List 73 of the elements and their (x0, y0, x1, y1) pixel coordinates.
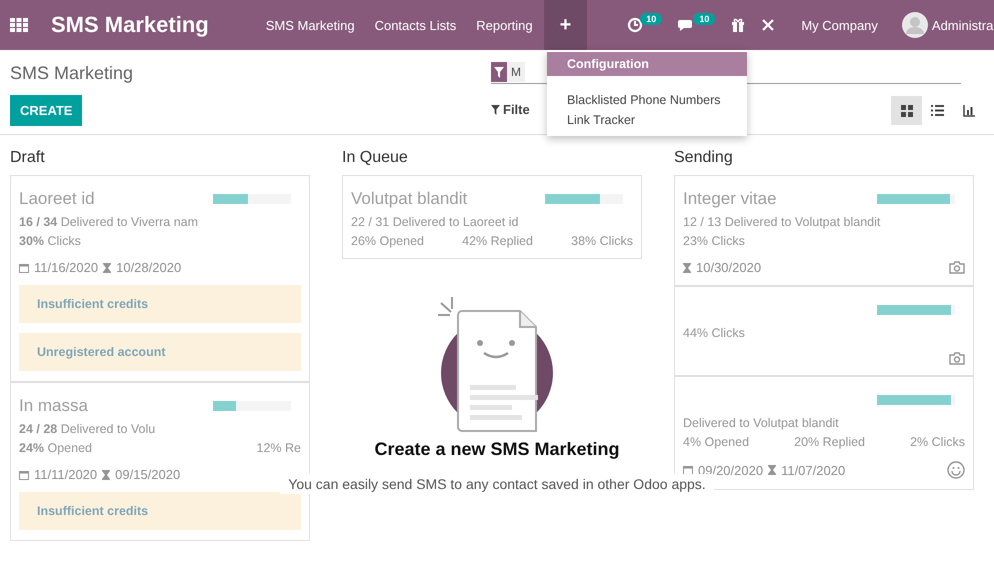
column-title: Draft (10, 149, 46, 168)
stat-text: 12% Re (256, 441, 301, 455)
warning-alert: Unregistered account (19, 333, 301, 371)
list-icon (931, 105, 944, 116)
clock-icon[interactable] (627, 17, 644, 33)
count-badge: 10 (693, 13, 716, 25)
card-title: Volutpat blandit (351, 189, 468, 209)
search-field[interactable]: M (491, 61, 525, 84)
warning-alert: Insufficient credits (19, 492, 301, 530)
menu-item[interactable]: SMS Marketing (256, 0, 365, 50)
camera-icon (949, 261, 965, 274)
hourglass-icon (683, 262, 691, 272)
helper-text: You can easily send SMS to any contact saved in other Odoo apps. (280, 474, 714, 494)
warning-alert: Insufficient credits (19, 285, 301, 323)
gift-icon[interactable] (731, 18, 746, 32)
stat-text: Delivered to Volutpat blandit (683, 416, 839, 430)
stat-text: 20% Replied (794, 435, 866, 449)
stat-text: 23% Clicks (683, 234, 745, 248)
grid-icon (900, 104, 912, 116)
count-badge: 10 (640, 13, 662, 25)
campaign-card[interactable]: 44% Clicks (674, 286, 974, 376)
start-date: 11/11/2020 (34, 467, 98, 482)
filter-icon (491, 104, 500, 114)
stat-text: 4% Opened (683, 435, 750, 449)
hourglass-icon (768, 465, 776, 475)
hourglass-icon (103, 262, 112, 272)
column-title: Sending (674, 149, 734, 168)
user-name[interactable]: Administra (932, 18, 994, 32)
stat-text: 22 / 31 Delivered to Laoreet id (351, 215, 518, 229)
stat-text: 30% Clicks (19, 234, 81, 248)
card-title: In massa (19, 396, 88, 416)
calendar-icon (19, 470, 29, 480)
end-date: 11/07/2020 (781, 462, 846, 478)
hourglass-icon (102, 470, 110, 480)
stat-text: 12 / 13 Delivered to Volutpat blandit (683, 215, 880, 229)
stat-text: 24 / 28 Delivered to Volu (19, 422, 156, 436)
card-title: Laoreet id (19, 189, 95, 209)
end-date: 10/30/2020 (696, 260, 762, 275)
menu-item[interactable]: Reporting (466, 0, 543, 50)
create-button[interactable]: CREATE (10, 95, 82, 126)
card-title: Integer vitae (683, 189, 777, 209)
campaign-card[interactable]: Laoreet id 16 / 34 Delivered to Viverra nam 30% Clicks 11/16/2020 10/28/2020 Insufficient credits Unregistered account (10, 175, 310, 382)
stat-text: 16 / 34 Delivered to Viverra nam (19, 215, 198, 229)
stat-text: 2% Clicks (910, 435, 965, 449)
calendar-icon (19, 262, 29, 272)
stat-text: 42% Replied (462, 234, 534, 248)
avatar-icon[interactable] (902, 12, 928, 38)
menu-item[interactable]: + (544, 0, 588, 50)
kanban-view-button[interactable] (891, 96, 922, 125)
end-date: 10/28/2020 (116, 260, 182, 275)
filter-facet-icon (491, 62, 507, 82)
apps-grid-icon[interactable] (10, 18, 28, 32)
bar-chart-icon (962, 104, 974, 116)
smiley-icon (947, 461, 965, 479)
menu-item[interactable]: Contacts Lists (364, 0, 466, 50)
start-date: 11/16/2020 (34, 260, 98, 275)
stat-text: 26% Opened (351, 234, 424, 248)
dropdown-item[interactable]: Link Tracker (547, 110, 747, 130)
campaign-card[interactable]: Volutpat blandit 22 / 31 Delivered to Laoreet id 26% Opened 42% Replied 38% Clicks (342, 175, 642, 259)
camera-icon (949, 352, 965, 365)
campaign-card[interactable]: Integer vitae 12 / 13 Delivered to Volutpat blandit 23% Clicks 10/30/2020 (674, 175, 974, 286)
app-title: SMS Marketing (51, 12, 209, 38)
stat-text: 38% Clicks (571, 234, 633, 248)
filters-button[interactable]: Filte (491, 102, 530, 117)
end-date: 09/15/2020 (115, 467, 180, 482)
dropdown-item[interactable]: Blacklisted Phone Numbers (547, 90, 747, 110)
dropdown-header: Configuration (547, 52, 747, 76)
company-switcher[interactable]: My Company (801, 18, 878, 32)
column-title: In Queue (342, 149, 409, 168)
breadcrumb: SMS Marketing (10, 63, 134, 84)
stat-text: 24% Opened (19, 441, 92, 455)
stat-text: 44% Clicks (683, 326, 745, 340)
search-facet[interactable]: M (507, 62, 525, 82)
